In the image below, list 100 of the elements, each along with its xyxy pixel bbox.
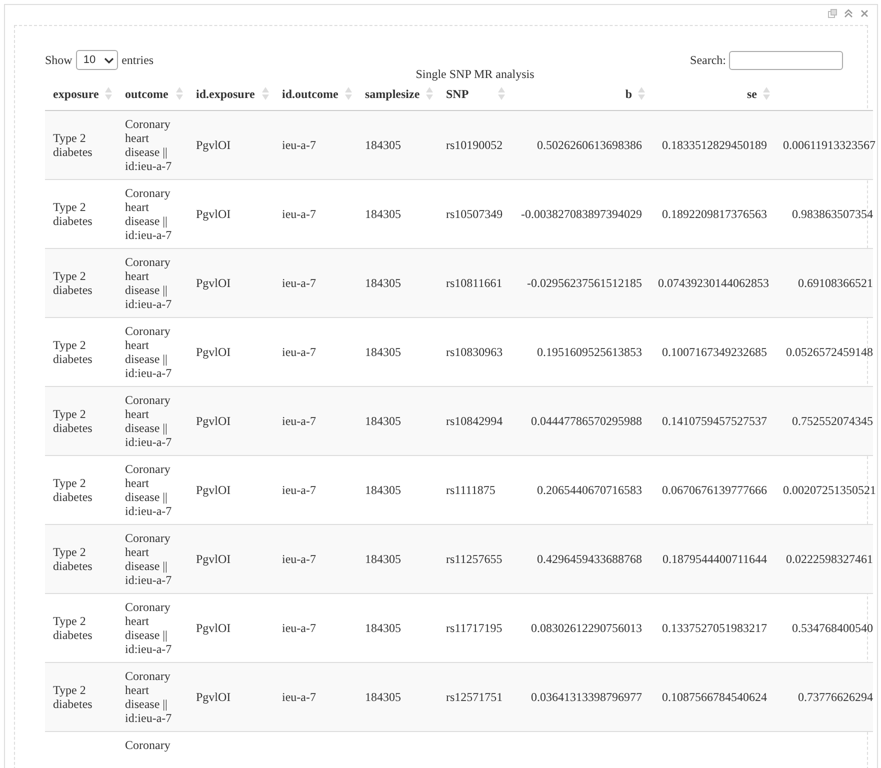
table-cell: 0.1833512829450189 [662, 138, 767, 152]
table-cell: 0.04447786570295988 [531, 414, 642, 428]
table-cell: Coronary heart disease || id:ieu-a-7 [125, 531, 172, 587]
table-cell: ieu-a-7 [282, 414, 316, 428]
table-cell: 184305 [365, 207, 401, 221]
table-cell: 0.1892209817376563 [662, 207, 767, 221]
table-cell: 0.00207251350521 [783, 483, 876, 497]
table-cell: 0.00611913323567 [783, 138, 876, 152]
table-cell: 0.1087566784540624 [662, 690, 767, 704]
table-cell: ieu-a-7 [282, 138, 316, 152]
table-cell: 184305 [365, 483, 401, 497]
table-cell: 0.73776626294 [798, 690, 873, 704]
table-cell: Coronary heart disease || id:ieu-a-7 [125, 255, 172, 311]
table-cell: ieu-a-7 [282, 552, 316, 566]
table-cell: Type 2 diabetes [53, 407, 92, 435]
table-cell: rs10830963 [446, 345, 503, 359]
sort-icon [262, 87, 269, 100]
entries-dropdown[interactable]: 10 [76, 50, 118, 70]
table-cell: 0.4296459433688768 [537, 552, 642, 566]
table-cell: 0.03641313398796977 [531, 690, 642, 704]
table-cell: Type 2 diabetes [53, 545, 92, 573]
double-chevron-up-icon[interactable] [844, 9, 853, 18]
caret-icon [104, 56, 114, 64]
table-cell: 184305 [365, 414, 401, 428]
table-cell: PgvlOI [196, 621, 231, 635]
sort-icon [345, 87, 352, 100]
table-cell: 0.0670676139777666 [662, 483, 767, 497]
table-cell: rs10811661 [446, 276, 502, 290]
table-cell: Type 2 diabetes [53, 131, 92, 159]
sort-icon [763, 87, 770, 100]
sort-icon [176, 87, 183, 100]
search-label: Search: [690, 52, 726, 68]
sort-icon [638, 87, 645, 100]
table-cell: 184305 [365, 276, 401, 290]
table-cell: 0.69108366521 [798, 276, 873, 290]
table-cell: Type 2 diabetes [53, 683, 92, 711]
table-cell: Type 2 diabetes [53, 476, 92, 504]
table-cell: -0.003827083897394029 [521, 207, 642, 221]
table-cell: 0.0526572459148 [786, 345, 873, 359]
table-cell: 0.1337527051983217 [662, 621, 767, 635]
table-cell: Type 2 diabetes [53, 338, 92, 366]
table-cell: 0.1951609525613853 [537, 345, 642, 359]
table-cell: 0.752552074345 [792, 414, 873, 428]
table-cell: 0.08302612290756013 [531, 621, 642, 635]
table-cell: 0.1007167349232685 [662, 345, 767, 359]
table-cell: PgvlOI [196, 690, 231, 704]
table-cell: rs10507349 [446, 207, 503, 221]
table-cell: 0.983863507354 [792, 207, 873, 221]
table-cell: Type 2 diabetes [53, 614, 92, 642]
entries-label: entries [122, 52, 154, 68]
table-cell: ieu-a-7 [282, 621, 316, 635]
table-cell: 184305 [365, 621, 401, 635]
table-cell: rs11257655 [446, 552, 502, 566]
sort-icon [105, 87, 112, 100]
table-cell: Coronary heart disease || id:ieu-a-7 [125, 600, 172, 656]
table-cell: ieu-a-7 [282, 207, 316, 221]
table-cell: Coronary heart disease || id:ieu-a-7 [125, 462, 172, 518]
table-cell: rs10842994 [446, 414, 503, 428]
table-cell: 0.1410759457527537 [662, 414, 767, 428]
table-cell: 184305 [365, 690, 401, 704]
table-cell: ieu-a-7 [282, 276, 316, 290]
table-caption: Single SNP MR analysis [416, 67, 534, 82]
table-cell: Type 2 diabetes [53, 269, 92, 297]
table-cell: -0.02956237561512185 [527, 276, 642, 290]
table-cell: Coronary heart disease || id:ieu-a-7 [125, 393, 172, 449]
table-cell: ieu-a-7 [282, 690, 316, 704]
table-cell: PgvlOI [196, 276, 231, 290]
table-cell: Coronary heart disease || id:ieu-a-7 [125, 117, 172, 173]
table-cell: PgvlOI [196, 483, 231, 497]
table-cell: PgvlOI [196, 552, 231, 566]
table-cell: 0.07439230144062853 [658, 276, 769, 290]
table-cell: rs12571751 [446, 690, 503, 704]
table-cell: ieu-a-7 [282, 483, 316, 497]
table-cell: PgvlOI [196, 138, 231, 152]
table-cell: rs1111875 [446, 483, 496, 497]
table-cell: 0.0222598327461 [786, 552, 873, 566]
table-cell: 0.1879544400711644 [662, 552, 767, 566]
popout-icon[interactable] [828, 9, 837, 18]
table-cell: ieu-a-7 [282, 345, 316, 359]
table-cell: Coronary heart disease || id:ieu-a-7 [125, 324, 172, 380]
table-cell: 0.2065440670716583 [537, 483, 642, 497]
table-cell: rs10190052 [446, 138, 503, 152]
table-cell: 0.534768400540 [792, 621, 873, 635]
table-cell: Coronary [125, 738, 170, 752]
table-cell: 0.5026260613698386 [537, 138, 642, 152]
table-cell: rs11717195 [446, 621, 502, 635]
search-field[interactable] [729, 50, 843, 70]
table-cell: Coronary heart disease || id:ieu-a-7 [125, 669, 172, 725]
sort-icon [498, 87, 505, 100]
table-cell: PgvlOI [196, 207, 231, 221]
table-cell: Type 2 diabetes [53, 200, 92, 228]
table-cell: Coronary heart disease || id:ieu-a-7 [125, 186, 172, 242]
table-cell: 184305 [365, 345, 401, 359]
sort-icon [426, 87, 433, 100]
table-cell: PgvlOI [196, 414, 231, 428]
table-cell: PgvlOI [196, 345, 231, 359]
close-icon[interactable] [860, 9, 869, 18]
show-label: Show [45, 52, 72, 68]
table-cell: 184305 [365, 138, 401, 152]
table-cell: 184305 [365, 552, 401, 566]
